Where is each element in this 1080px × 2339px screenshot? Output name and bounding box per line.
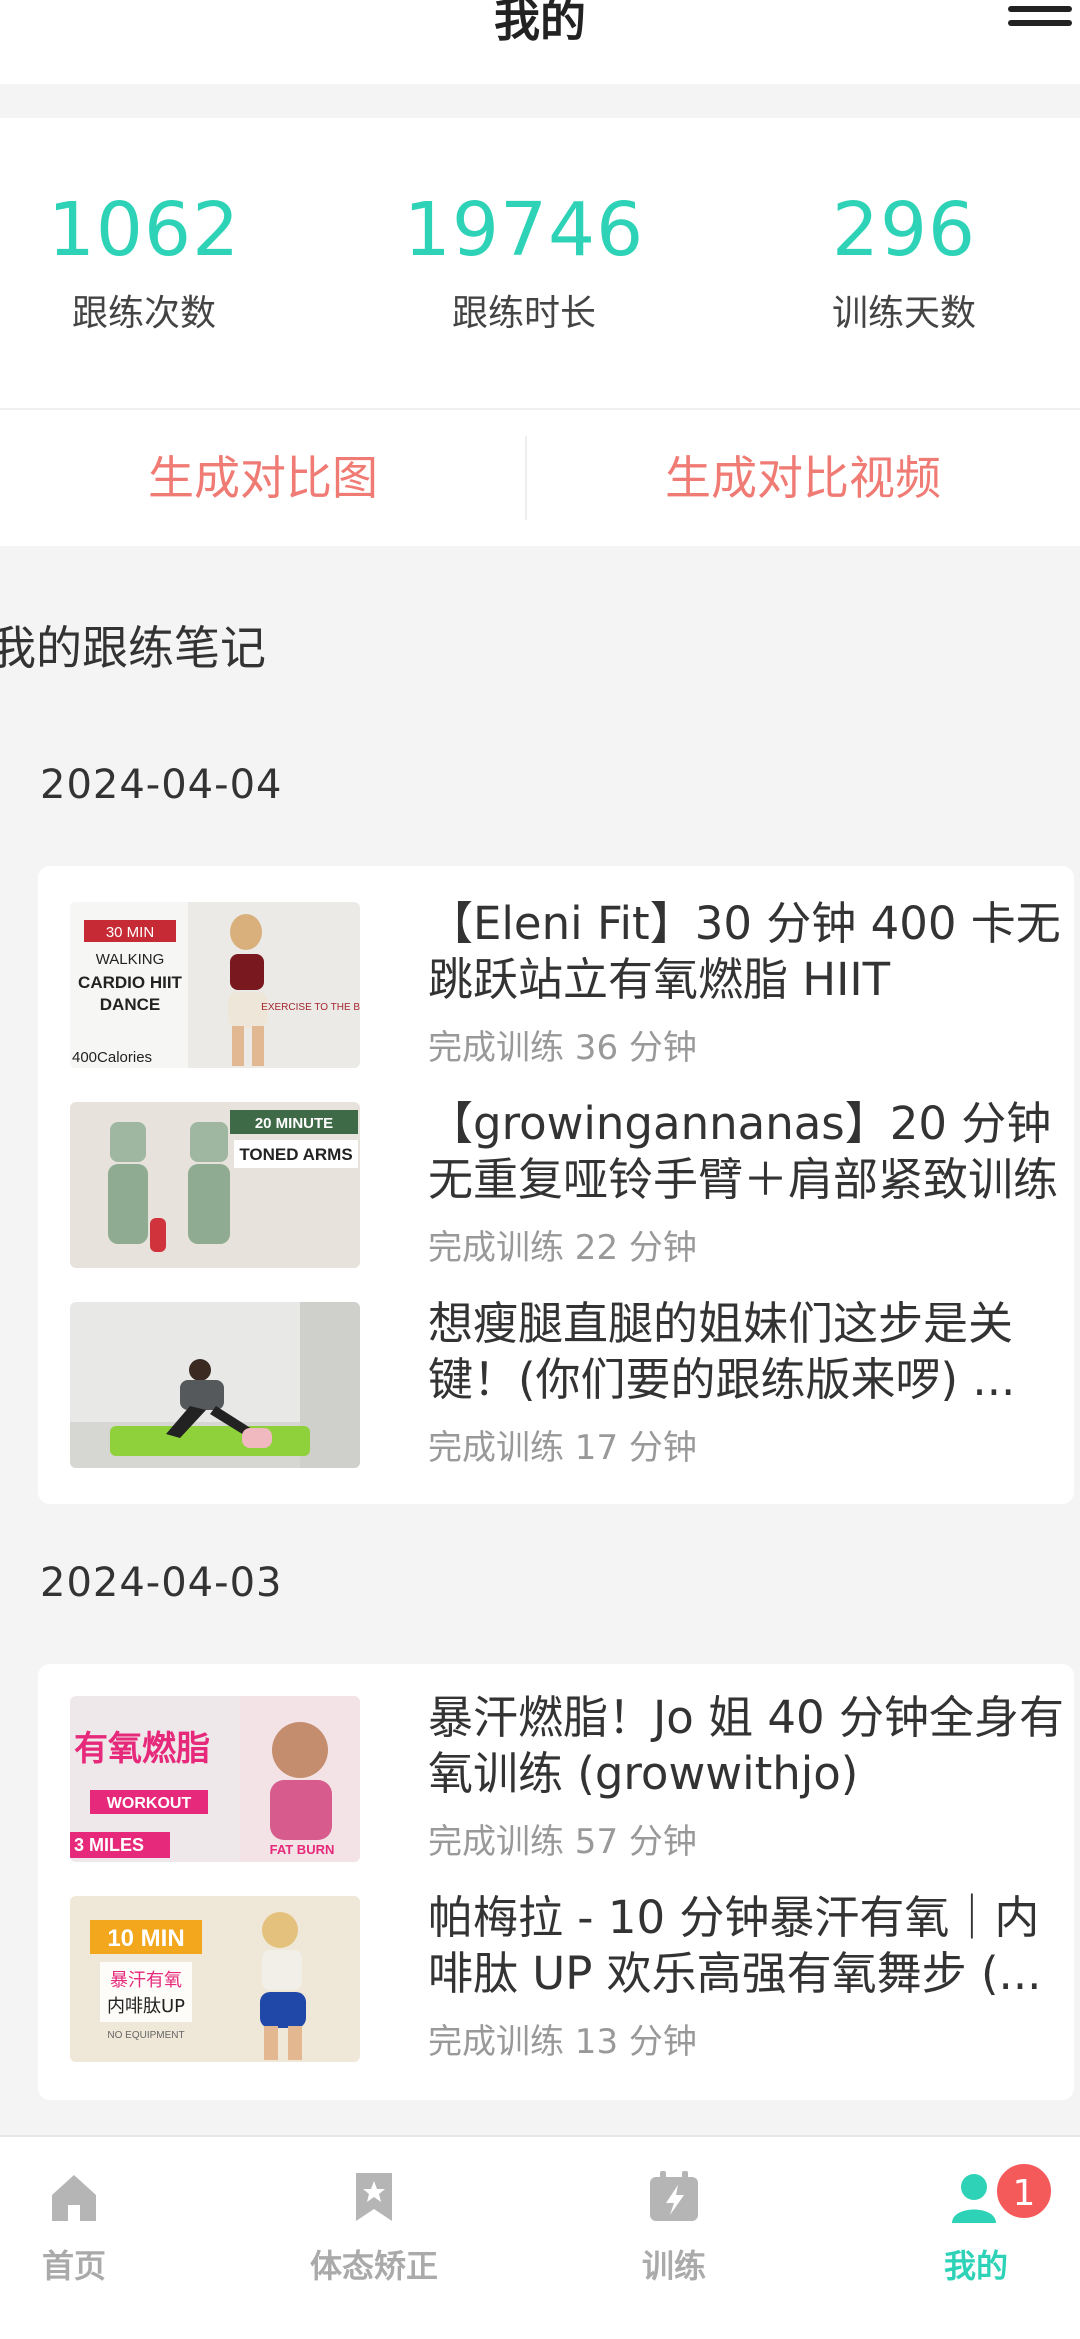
thumb-text: 20 MINUTE [255, 1115, 333, 1132]
nav-label: 体态矫正 [309, 2247, 438, 2285]
thumb-text: 10 MIN [107, 1925, 184, 1952]
thumb-text: DANCE [100, 995, 160, 1014]
note-meta: 完成训练 17 分钟 [428, 1428, 697, 1468]
training-icon [650, 2171, 698, 2221]
video-thumbnail: 30 MIN WALKING CARDIO HIIT DANCE 400Calo… [70, 902, 360, 1068]
note-meta: 完成训练 13 分钟 [428, 2022, 697, 2062]
video-thumbnail: 有氧燃脂 WORKOUT 3 MILES FAT BURN [70, 1696, 360, 1862]
thumb-text: CARDIO HIIT [78, 973, 183, 992]
tab-posture-correction[interactable]: 体态矫正 [274, 2167, 474, 2287]
note-meta: 完成训练 22 分钟 [428, 1228, 697, 1268]
stat-value: 1062 [47, 187, 241, 273]
thumb-text: EXERCISE TO THE BEAT [261, 1002, 360, 1013]
date-label: 2024-04-03 [40, 1560, 283, 1606]
generate-compare-image-button[interactable]: 生成对比图 [0, 410, 526, 546]
tab-profile[interactable]: 我的 1 [876, 2161, 1076, 2287]
thumb-text: NO EQUIPMENT [107, 2030, 184, 2041]
date-label: 2024-04-04 [40, 762, 283, 808]
thumb-text: 有氧燃脂 [74, 1729, 210, 1769]
stat-training-days[interactable]: 296 训练天数 [754, 180, 1054, 336]
note-title: 帕梅拉 - 10 分钟暴汗有氧｜内啡肽 UP 欢乐高强有氧舞步 (... [428, 1891, 1042, 2000]
stat-value: 296 [831, 187, 977, 273]
top-bar: 我的 [0, 0, 1080, 84]
thumb-text: 3 MILES [74, 1835, 144, 1855]
thumb-text: WALKING [96, 951, 165, 968]
generate-compare-video-button[interactable]: 生成对比视频 [526, 410, 1080, 546]
bookmark-icon [356, 2173, 392, 2221]
stat-label: 跟练时长 [451, 293, 596, 334]
thumb-text: 400Calories [72, 1049, 152, 1066]
nav-label: 我的 [943, 2247, 1008, 2285]
thumb-text: 30 MIN [106, 924, 154, 941]
note-meta: 完成训练 57 分钟 [428, 1822, 697, 1862]
thumb-text: TONED ARMS [239, 1145, 352, 1164]
note-title: 【growingannanas】20 分钟无重复哑铃手臂＋肩部紧致训练 [428, 1097, 1059, 1206]
list-item[interactable]: 20 MINUTE TONED ARMS 【growingannanas】20 … [70, 1097, 1060, 1274]
nav-label: 首页 [41, 2247, 106, 2285]
thumb-text: WORKOUT [107, 1795, 192, 1812]
note-title: 【Eleni Fit】30 分钟 400 卡无跳跃站立有氧燃脂 HIIT [428, 897, 1061, 1006]
stat-label: 跟练次数 [71, 293, 216, 334]
stats-card: 1062 跟练次数 19746 跟练时长 296 训练天数 生成对比图 生成对比… [0, 118, 1080, 546]
list-item[interactable]: 10 MIN 暴汗有氧 内啡肽UP NO EQUIPMENT 帕梅拉 - 10 … [70, 1891, 1060, 2068]
bottom-navigation: 首页 体态矫正 训练 我的 1 [0, 2135, 1080, 2339]
video-thumbnail [70, 1302, 360, 1468]
stat-workout-count[interactable]: 1062 跟练次数 [0, 180, 294, 336]
video-thumbnail: 10 MIN 暴汗有氧 内啡肽UP NO EQUIPMENT [70, 1896, 360, 2062]
thumb-text: 暴汗有氧 [110, 1970, 182, 1991]
tab-home[interactable]: 首页 [0, 2167, 174, 2287]
list-item[interactable]: 想瘦腿直腿的姐妹们这步是关键！(你们要的跟练版来啰) ... 完成训练 17 分… [70, 1297, 1060, 1474]
thumb-text: FAT BURN [270, 1842, 335, 1857]
list-item[interactable]: 有氧燃脂 WORKOUT 3 MILES FAT BURN 暴汗燃脂！Jo 姐 … [70, 1691, 1064, 1868]
notes-group-card: 30 MIN WALKING CARDIO HIIT DANCE 400Calo… [38, 866, 1074, 1504]
nav-label: 训练 [641, 2247, 706, 2285]
page-title: 我的 [494, 0, 586, 47]
notes-section-title: 我的跟练笔记 [0, 621, 266, 675]
stat-value: 19746 [403, 187, 645, 273]
menu-icon[interactable] [1008, 6, 1072, 32]
list-item[interactable]: 30 MIN WALKING CARDIO HIIT DANCE 400Calo… [70, 897, 1061, 1074]
video-thumbnail: 20 MINUTE TONED ARMS [70, 1102, 360, 1268]
notes-group-card: 有氧燃脂 WORKOUT 3 MILES FAT BURN 暴汗燃脂！Jo 姐 … [38, 1664, 1074, 2100]
stat-label: 训练天数 [831, 293, 976, 334]
thumb-text: 内啡肽UP [107, 1996, 185, 2017]
note-meta: 完成训练 36 分钟 [428, 1028, 697, 1068]
note-title: 暴汗燃脂！Jo 姐 40 分钟全身有氧训练 (growwithjo) [428, 1691, 1064, 1800]
notification-badge: 1 [994, 2161, 1054, 2221]
note-title: 想瘦腿直腿的姐妹们这步是关键！(你们要的跟练版来啰) ... [428, 1297, 1016, 1406]
stat-workout-duration[interactable]: 19746 跟练时长 [374, 180, 674, 336]
tab-training[interactable]: 训练 [574, 2167, 774, 2287]
home-icon [52, 2175, 96, 2221]
